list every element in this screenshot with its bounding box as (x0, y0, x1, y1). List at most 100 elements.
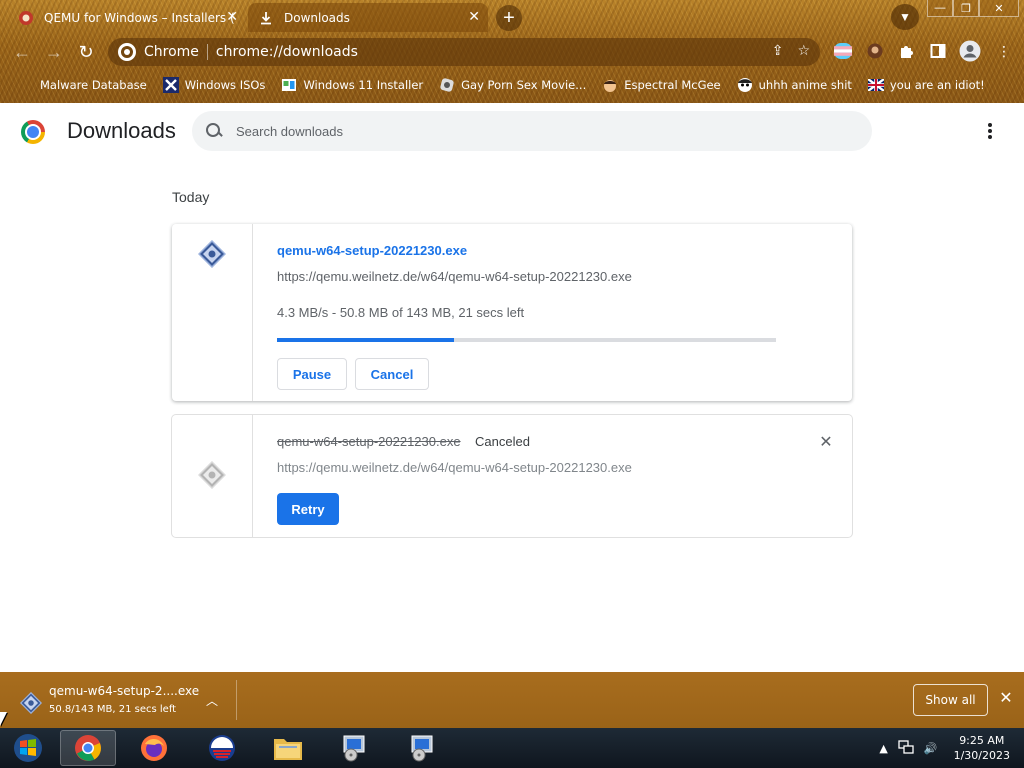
download-filename-link[interactable]: qemu-w64-setup-20221230.exe (277, 243, 467, 258)
date-section-label: Today (172, 189, 210, 205)
tab-close-icon[interactable]: ✕ (226, 9, 238, 25)
bookmark-item[interactable]: you are an idiot! (867, 77, 985, 93)
taskbar-file-explorer-icon[interactable] (260, 730, 316, 766)
side-panel-icon[interactable] (928, 41, 948, 61)
minimize-button[interactable]: — (927, 0, 953, 17)
bookmark-item[interactable]: Gay Porn Sex Movie... (439, 77, 586, 93)
profile-avatar-icon[interactable] (958, 39, 982, 63)
network-icon[interactable] (898, 739, 914, 757)
character-face-icon (602, 77, 618, 93)
file-icon-column (172, 415, 253, 537)
download-progress-fill (277, 338, 455, 342)
taskbar: ▲ 🔊 9:25 AM 1/30/2023 (0, 728, 1024, 768)
shelf-divider (236, 680, 237, 720)
download-card-canceled: qemu-w64-setup-20221230.exe Canceled htt… (172, 415, 852, 537)
pause-button[interactable]: Pause (277, 358, 347, 390)
mouse-cursor-icon (0, 712, 14, 726)
remove-from-list-close-icon[interactable]: ✕ (816, 432, 836, 452)
clock[interactable]: 9:25 AM 1/30/2023 (954, 733, 1010, 763)
bookmark-item[interactable]: Espectral McGee (602, 77, 721, 93)
taskbar-installer-icon[interactable] (326, 730, 382, 766)
bookmark-item[interactable]: uhhh anime shit (737, 77, 852, 93)
omnibox-actions: ⇪ ☆ (772, 43, 810, 59)
maximize-button[interactable]: ❐ (953, 0, 979, 17)
malware-bookmark-icon (18, 77, 34, 93)
taskbar-firefox-icon[interactable] (126, 730, 182, 766)
bookmark-label: Gay Porn Sex Movie... (461, 78, 587, 92)
download-icon (258, 10, 274, 26)
omnibox-divider (206, 44, 208, 60)
download-progress-text: 4.3 MB/s - 50.8 MB of 143 MB, 21 secs le… (277, 305, 525, 320)
show-hidden-icons-icon[interactable]: ▲ (879, 742, 887, 755)
qemu-favicon-icon (18, 10, 34, 26)
taskbar-chrome-icon[interactable] (60, 730, 116, 766)
chrome-logo-icon (21, 120, 45, 144)
sticker-icon (439, 77, 455, 93)
share-icon[interactable]: ⇪ (772, 43, 784, 59)
clock-date: 1/30/2023 (953, 749, 1010, 762)
back-arrow-icon[interactable]: ← (9, 39, 35, 65)
installer-file-icon (197, 239, 227, 269)
bookmarks-bar: Malware Database Windows ISOs Windows 11… (0, 72, 1024, 98)
bookmark-label: Windows ISOs (184, 78, 266, 92)
tab-title: Downloads (284, 10, 350, 25)
file-icon-column (172, 224, 253, 401)
download-status-badge: Canceled (475, 434, 530, 449)
installer-file-icon (19, 691, 43, 715)
system-tray: ▲ 🔊 9:25 AM 1/30/2023 (879, 732, 1014, 764)
installer-file-icon (197, 460, 227, 490)
url-text[interactable]: chrome://downloads (216, 44, 358, 60)
clock-time: 9:25 AM (959, 734, 1005, 747)
cancel-button[interactable]: Cancel (355, 358, 429, 390)
show-all-button[interactable]: Show all (913, 684, 988, 716)
new-tab-button[interactable]: + (496, 5, 522, 31)
tab-close-icon[interactable]: ✕ (468, 9, 480, 25)
shelf-status-text: 50.8/143 MB, 21 secs left (49, 704, 177, 715)
bookmark-label: Malware Database (40, 78, 147, 92)
x-logo-icon (162, 77, 179, 93)
download-url[interactable]: https://qemu.weilnetz.de/w64/qemu-w64-se… (277, 460, 632, 475)
browser-frame: QEMU for Windows – Installers ( ✕ Downlo… (0, 0, 1024, 103)
forward-arrow-icon[interactable]: → (41, 39, 67, 65)
anime-face-icon (737, 77, 753, 93)
bookmark-item[interactable]: Malware Database (18, 77, 147, 93)
reload-icon[interactable]: ↻ (73, 39, 99, 65)
tab-qemu[interactable]: QEMU for Windows – Installers ( ✕ (8, 3, 246, 32)
bookmark-item[interactable]: Windows 11 Installer (281, 77, 423, 93)
retry-button[interactable]: Retry (277, 493, 339, 525)
chevron-up-icon[interactable]: ︿ (206, 692, 218, 709)
tab-search-chevron-icon[interactable]: ▼ (891, 4, 919, 30)
tab-title: QEMU for Windows – Installers ( (44, 10, 235, 25)
start-button[interactable] (0, 730, 56, 766)
tab-downloads[interactable]: Downloads ✕ (248, 3, 488, 32)
bookmark-item[interactable]: Windows ISOs (162, 77, 266, 93)
page-title: Downloads (67, 118, 176, 143)
bookmark-label: you are an idiot! (889, 78, 985, 92)
more-actions-icon[interactable] (980, 121, 1000, 141)
extensions-puzzle-icon[interactable] (896, 41, 916, 61)
downloads-header: Downloads (0, 103, 1024, 159)
address-bar[interactable]: Chrome chrome://downloads ⇪ ☆ (108, 38, 820, 66)
taskbar-obama-logo-icon[interactable] (194, 730, 250, 766)
installer-image-icon (281, 77, 297, 93)
toolbar: ← → ↻ Chrome chrome://downloads ⇪ ☆ ⋮ (0, 35, 1024, 69)
download-filename-struck: qemu-w64-setup-20221230.exe (277, 434, 461, 449)
close-window-button[interactable]: ✕ (979, 0, 1019, 17)
bookmark-label: Windows 11 Installer (303, 78, 424, 92)
search-bar[interactable] (192, 111, 872, 151)
shelf-download-item[interactable]: qemu-w64-setup-2....exe 50.8/143 MB, 21 … (10, 680, 234, 720)
volume-icon[interactable]: 🔊 (924, 742, 938, 755)
chrome-menu-icon[interactable]: ⋮ (994, 41, 1014, 61)
close-shelf-icon[interactable]: ✕ (996, 688, 1016, 708)
chrome-site-icon (118, 43, 136, 61)
bookmark-star-icon[interactable]: ☆ (797, 43, 810, 59)
avatar-extension-icon[interactable] (865, 41, 885, 61)
search-input[interactable] (236, 123, 796, 139)
bookmark-label: Espectral McGee (624, 78, 721, 92)
download-card-active: qemu-w64-setup-20221230.exe https://qemu… (172, 224, 852, 401)
taskbar-installer-icon[interactable] (394, 730, 450, 766)
download-progress-bar (277, 338, 776, 342)
download-url[interactable]: https://qemu.weilnetz.de/w64/qemu-w64-se… (277, 269, 632, 284)
uk-flag-icon (867, 77, 884, 93)
trans-flag-extension-icon[interactable] (833, 41, 853, 61)
